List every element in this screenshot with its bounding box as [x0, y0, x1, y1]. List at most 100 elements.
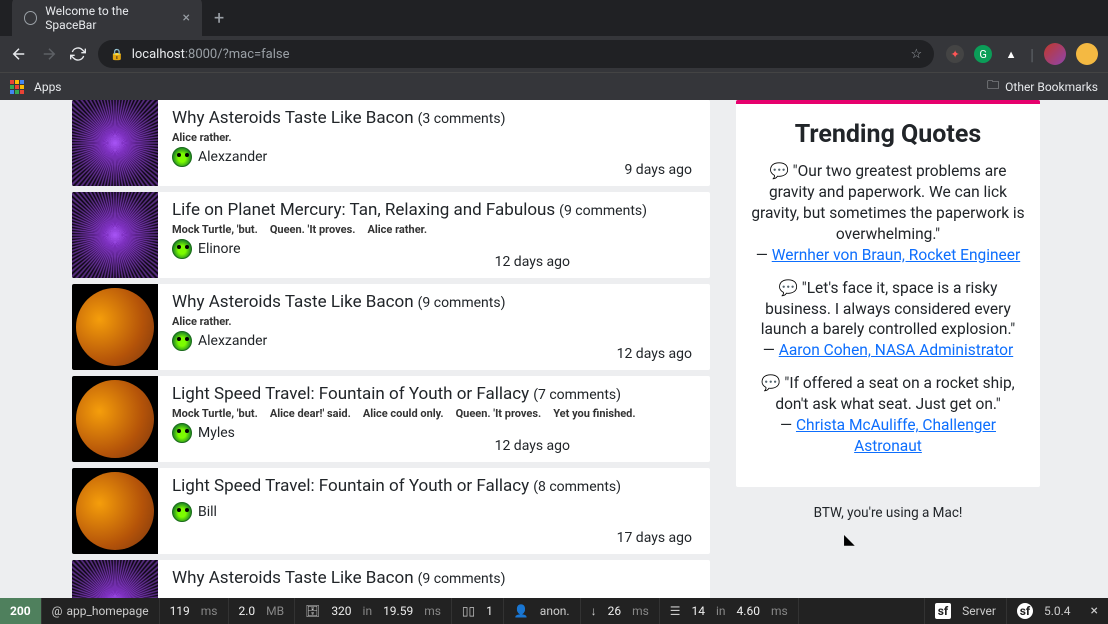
quote-text: "If offered a seat on a rocket ship, don… [775, 374, 1014, 413]
author-name: Myles [198, 425, 235, 441]
article-thumbnail [72, 560, 158, 598]
favicon-icon [24, 11, 37, 25]
article-row[interactable]: Life on Planet Mercury: Tan, Relaxing an… [72, 192, 710, 278]
comment-icon: 💬 [769, 161, 788, 182]
url-host: localhost [132, 47, 185, 62]
quote-author-link[interactable]: Wernher von Braun, Rocket Engineer [772, 246, 1021, 264]
page-content: Why Asteroids Taste Like Bacon (3 commen… [0, 100, 1108, 598]
article-title[interactable]: Why Asteroids Taste Like Bacon [172, 292, 414, 312]
author-name: Bill [198, 504, 217, 520]
article-row[interactable]: Light Speed Travel: Fountain of Youth or… [72, 468, 710, 554]
article-time: 9 days ago [624, 162, 692, 178]
sidebar-title: Trending Quotes [750, 120, 1026, 149]
browser-tab[interactable]: Welcome to the SpaceBar × [12, 0, 202, 40]
author-name: Alexzander [198, 333, 267, 349]
extension-icon[interactable]: ▲ [1002, 45, 1020, 63]
bookmark-bar: Apps 🗀 Other Bookmarks [0, 72, 1108, 100]
article-comments: (9 comments) [418, 295, 506, 311]
article-title[interactable]: Light Speed Travel: Fountain of Youth or… [172, 476, 529, 496]
article-tags: Alice rather. [172, 315, 696, 328]
extension-icon[interactable]: ✦ [946, 45, 964, 63]
comment-icon: 💬 [779, 278, 798, 299]
symfony-debug-toolbar[interactable]: 200 @ app_homepage 119 ms 2.0 MB 🗄 320 i… [0, 598, 1108, 624]
tab-title: Welcome to the SpaceBar [45, 4, 174, 32]
extensions-area: ✦ G ▲ | [946, 43, 1098, 65]
article-row[interactable]: Why Asteroids Taste Like Bacon (3 commen… [72, 100, 710, 186]
forward-icon[interactable] [40, 45, 58, 63]
article-thumbnail [72, 192, 158, 278]
author-avatar [172, 423, 192, 443]
user-icon: 👤 [514, 604, 529, 618]
article-thumbnail [72, 376, 158, 462]
close-toolbar-icon[interactable]: × [1081, 603, 1108, 619]
quote-text: "Let's face it, space is a risky busines… [761, 279, 1016, 339]
apps-icon[interactable] [10, 80, 24, 94]
trending-quotes-card: Trending Quotes 💬 "Our two greatest prob… [736, 100, 1040, 487]
close-icon[interactable]: × [183, 10, 190, 26]
folder-icon: 🗀 [987, 76, 999, 97]
quote: 💬 "If offered a seat on a rocket ship, d… [750, 373, 1026, 457]
article-time: 12 days ago [495, 254, 570, 270]
new-tab-button[interactable]: + [214, 8, 224, 29]
other-bookmarks[interactable]: 🗀 Other Bookmarks [987, 76, 1098, 97]
tag: Mock Turtle, 'but. [172, 407, 258, 420]
lock-icon: 🔒 [110, 48, 124, 61]
tag: Yet you finished. [553, 407, 635, 420]
symfony-logo-icon: sf [1017, 603, 1033, 619]
twig-icon: ☰ [670, 604, 681, 618]
tag: Queen. 'It proves. [270, 223, 356, 236]
footer-message: BTW, you're using a Mac! [736, 505, 1040, 521]
route-name[interactable]: @ app_homepage [42, 598, 160, 624]
sidebar: Trending Quotes 💬 "Our two greatest prob… [736, 100, 1040, 598]
memory-usage[interactable]: 2.0 MB [229, 598, 296, 624]
article-title[interactable]: Why Asteroids Taste Like Bacon [172, 108, 414, 128]
article-title[interactable]: Why Asteroids Taste Like Bacon [172, 568, 414, 588]
articles-list: Why Asteroids Taste Like Bacon (3 commen… [72, 100, 710, 598]
quote-text: "Our two greatest problems are gravity a… [751, 162, 1024, 243]
article-thumbnail [72, 468, 158, 554]
article-row[interactable]: Why Asteroids Taste Like Bacon (9 commen… [72, 284, 710, 370]
quote: 💬 "Our two greatest problems are gravity… [750, 161, 1026, 266]
article-row[interactable]: Light Speed Travel: Fountain of Youth or… [72, 376, 710, 462]
back-icon[interactable] [10, 45, 28, 63]
author-avatar [172, 147, 192, 167]
author-name: Alexzander [198, 149, 267, 165]
quote-author-link[interactable]: Aaron Cohen, NASA Administrator [779, 341, 1014, 359]
database-icon: 🗄 [305, 604, 320, 618]
author-avatar [172, 239, 192, 259]
article-comments: (8 comments) [533, 479, 621, 495]
article-comments: (9 comments) [418, 571, 506, 587]
star-icon[interactable]: ☆ [910, 47, 922, 62]
forms-count[interactable]: ▯▯ 1 [452, 598, 504, 624]
article-title[interactable]: Light Speed Travel: Fountain of Youth or… [172, 384, 529, 404]
tag: Alice rather. [172, 131, 232, 144]
ajax-time[interactable]: ↓ 26 ms [581, 598, 660, 624]
other-bookmarks-label: Other Bookmarks [1005, 80, 1098, 94]
profile-avatar-2[interactable] [1076, 43, 1098, 65]
server-info[interactable]: sf Server [924, 598, 1006, 624]
extension-icon[interactable]: G [974, 45, 992, 63]
address-bar[interactable]: 🔒 localhost:8000/?mac=false ☆ [98, 40, 934, 68]
article-tags: Mock Turtle, 'but.Queen. 'It proves.Alic… [172, 223, 696, 236]
twig-templates[interactable]: ☰ 14 in 4.60 ms [660, 598, 799, 624]
author-name: Elinore [198, 241, 241, 257]
author-avatar [172, 331, 192, 351]
tag: Alice rather. [367, 223, 427, 236]
article-time: 12 days ago [617, 346, 692, 362]
browser-nav-bar: 🔒 localhost:8000/?mac=false ☆ ✦ G ▲ | [0, 36, 1108, 72]
tag: Alice dear!' said. [270, 407, 351, 420]
load-time[interactable]: 119 ms [160, 598, 229, 624]
quote: 💬 "Let's face it, space is a risky busin… [750, 278, 1026, 362]
article-row[interactable]: Why Asteroids Taste Like Bacon (9 commen… [72, 560, 710, 598]
symfony-version[interactable]: sf 5.0.4 [1006, 598, 1081, 624]
article-comments: (7 comments) [533, 387, 621, 403]
article-title[interactable]: Life on Planet Mercury: Tan, Relaxing an… [172, 200, 555, 220]
reload-icon[interactable] [70, 46, 86, 62]
forms-icon: ▯▯ [462, 604, 475, 618]
apps-label[interactable]: Apps [34, 80, 62, 94]
profile-avatar[interactable] [1044, 43, 1066, 65]
security-user[interactable]: 👤 anon. [504, 598, 581, 624]
status-code[interactable]: 200 [0, 598, 42, 624]
db-queries[interactable]: 🗄 320 in 19.59 ms [295, 598, 452, 624]
quote-author-link[interactable]: Christa McAuliffe, Challenger Astronaut [796, 416, 996, 455]
